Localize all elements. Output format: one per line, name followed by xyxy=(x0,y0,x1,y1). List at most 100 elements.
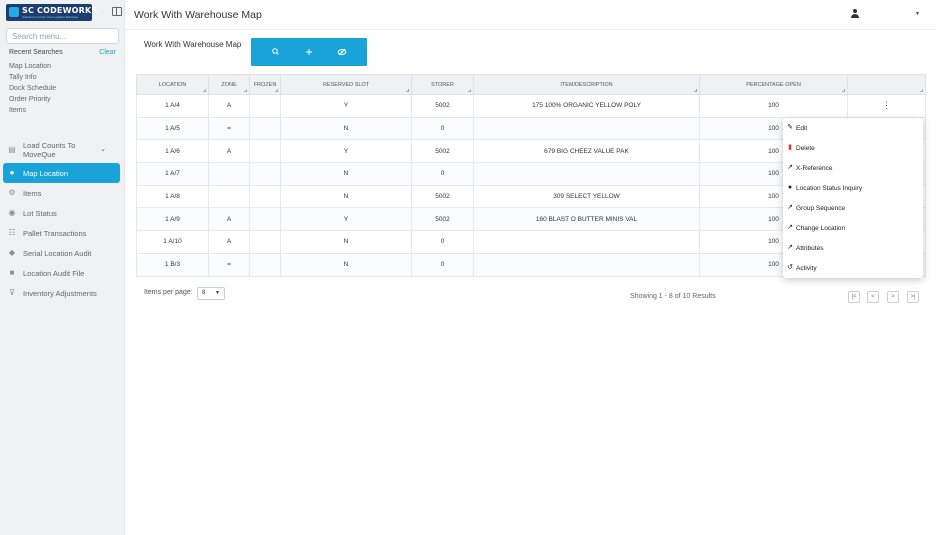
menu-item-attributes[interactable]: ↗ Attributes xyxy=(783,238,923,258)
sidebar-item-inventory-adjustments[interactable]: ⊽ Inventory Adjustments xyxy=(3,283,120,303)
items-per-page-label: Items per page: xyxy=(144,289,193,296)
menu-item-group-sequence[interactable]: ↗ Group Sequence xyxy=(783,198,923,218)
sidebar-item-location-audit-file[interactable]: ■ Location Audit File xyxy=(3,263,120,283)
table-row[interactable]: 1 A/4 A Y 5002 175 100% ORGANIC YELLOW P… xyxy=(136,94,926,118)
cell-storer: 5002 xyxy=(411,207,474,232)
last-page-button[interactable]: >| xyxy=(907,291,919,303)
menu-item-change-location[interactable]: ↗ Change Location xyxy=(783,218,923,238)
recent-item-dock-schedule[interactable]: Dock Schedule xyxy=(9,83,56,94)
cell-location: 1 A/6 xyxy=(136,139,209,164)
cell-item-description: 160 BLAST O BUTTER MINIS VAL xyxy=(473,207,700,232)
column-header-reserved-slot[interactable]: RESERVED SLOT xyxy=(280,74,412,95)
menu-item-edit[interactable]: ✎ Edit xyxy=(783,118,923,138)
column-header-zone[interactable]: ZONE xyxy=(208,74,250,95)
gear-icon: ⚙ xyxy=(8,188,16,197)
company-logo[interactable]: SC CODEWORKS Solutions to Grow Your Logi… xyxy=(6,4,97,21)
menu-search-input[interactable] xyxy=(6,28,119,44)
cell-reserved-slot: N xyxy=(280,116,412,141)
cell-storer: 5002 xyxy=(411,184,474,209)
column-resize-handle[interactable] xyxy=(920,89,923,92)
recent-searches-title: Recent Searches xyxy=(9,49,63,56)
column-resize-handle[interactable] xyxy=(203,89,206,92)
menu-item-activity[interactable]: ↺ Activity xyxy=(783,258,923,278)
column-header-percentage-open[interactable]: PERCENTAGE OPEN xyxy=(699,74,848,95)
column-header-item-description[interactable]: ITEM/DESCRIPTION xyxy=(473,74,700,95)
menu-item-location-status-inquiry[interactable]: ● Location Status Inquiry xyxy=(783,178,923,198)
cell-zone xyxy=(208,162,250,186)
search-icon xyxy=(272,48,279,55)
cell-zone: A xyxy=(208,207,250,232)
sidebar-nav: ▤ Load Counts To MoveQue ⌄ ● Map Locatio… xyxy=(0,137,125,303)
menu-item-delete[interactable]: ▮ Delete xyxy=(783,138,923,158)
column-header-label: STORER xyxy=(431,81,454,88)
cell-zone: = xyxy=(208,116,250,141)
sidebar-item-lot-status[interactable]: ◉ Lot Status xyxy=(3,203,120,223)
cell-location: 1 B/3 xyxy=(136,252,209,277)
recent-item-order-priority[interactable]: Order Priority xyxy=(9,94,56,105)
arrow-icon: ↗ xyxy=(787,164,793,171)
sidebar-item-pallet-transactions[interactable]: ☷ Pallet Transactions xyxy=(3,223,120,243)
cell-zone: A xyxy=(208,230,250,254)
section-title: Work With Warehouse Map xyxy=(144,40,242,49)
sidebar: SC CODEWORKS Solutions to Grow Your Logi… xyxy=(0,0,125,535)
logo-row: SC CODEWORKS Solutions to Grow Your Logi… xyxy=(6,4,122,22)
sidebar-item-label: Items xyxy=(23,188,42,198)
cell-frozen xyxy=(249,230,281,254)
file-icon: ■ xyxy=(9,268,15,277)
cell-storer: 0 xyxy=(411,116,474,141)
cell-location: 1 A/8 xyxy=(136,184,209,209)
cell-reserved-slot: Y xyxy=(280,207,412,232)
logo-mark-icon xyxy=(9,7,19,17)
cell-storer: 5002 xyxy=(411,139,474,164)
column-resize-handle[interactable] xyxy=(406,89,409,92)
user-account-icon[interactable] xyxy=(850,9,860,19)
menu-item-label: Delete xyxy=(796,144,815,152)
sidebar-item-serial-location-audit[interactable]: ◆ Serial Location Audit xyxy=(3,243,120,263)
more-actions-icon[interactable]: ⋮ xyxy=(882,100,891,110)
sidebar-item-load-counts[interactable]: ▤ Load Counts To MoveQue ⌄ xyxy=(3,137,120,163)
next-page-button[interactable]: > xyxy=(887,291,899,303)
logo-text: SC CODEWORKS xyxy=(22,6,98,15)
column-resize-handle[interactable] xyxy=(468,89,471,92)
search-button[interactable] xyxy=(269,45,283,59)
column-resize-handle[interactable] xyxy=(275,89,278,92)
cell-location: 1 A/10 xyxy=(136,230,209,254)
column-resize-handle[interactable] xyxy=(244,89,247,92)
cell-item-description: 309 SELECT YELLOW xyxy=(473,184,700,209)
recent-item-tally-info[interactable]: Tally Info xyxy=(9,72,56,83)
cell-percentage-open: 100 xyxy=(699,94,848,118)
last-page-icon: >| xyxy=(910,294,916,300)
sidebar-item-map-location[interactable]: ● Map Location xyxy=(3,163,120,183)
sidebar-item-items[interactable]: ⚙ Items xyxy=(3,183,120,203)
recent-searches-list: Map Location Tally Info Dock Schedule Or… xyxy=(9,61,56,116)
table-header-row: LOCATION ZONE FROZEN RESERVED SLOT STORE… xyxy=(136,74,926,95)
add-button[interactable] xyxy=(302,45,316,59)
cell-zone xyxy=(208,184,250,209)
column-header-frozen[interactable]: FROZEN xyxy=(249,74,281,95)
cell-zone: A xyxy=(208,94,250,118)
column-resize-handle[interactable] xyxy=(694,89,697,92)
column-resize-handle[interactable] xyxy=(842,89,845,92)
previous-page-button[interactable]: < xyxy=(867,291,879,303)
sidebar-item-label: Inventory Adjustments xyxy=(23,288,97,298)
location-pin-icon: ● xyxy=(787,184,793,191)
cell-frozen xyxy=(249,139,281,164)
recent-item-map-location[interactable]: Map Location xyxy=(9,61,56,72)
column-header-location[interactable]: LOCATION xyxy=(136,74,209,95)
user-body-shape xyxy=(851,14,859,18)
first-page-button[interactable]: |< xyxy=(848,291,860,303)
column-header-storer[interactable]: STORER xyxy=(411,74,474,95)
menu-item-x-reference[interactable]: ↗ X-Reference xyxy=(783,158,923,178)
menu-item-label: X-Reference xyxy=(796,164,833,172)
sidebar-collapse-icon[interactable] xyxy=(112,7,122,16)
user-menu-caret-icon[interactable]: ▼ xyxy=(915,11,920,17)
recent-item-items[interactable]: Items xyxy=(9,105,56,116)
clear-recent-button[interactable]: Clear xyxy=(99,49,116,56)
toggle-visibility-button[interactable] xyxy=(335,45,349,59)
column-header-label: FROZEN xyxy=(253,81,277,88)
menu-item-label: Attributes xyxy=(796,244,824,252)
cell-location: 1 A/9 xyxy=(136,207,209,232)
cell-item-description xyxy=(473,116,700,141)
items-per-page-select[interactable]: 8 ▼ xyxy=(197,287,225,300)
column-header-actions xyxy=(847,74,926,95)
